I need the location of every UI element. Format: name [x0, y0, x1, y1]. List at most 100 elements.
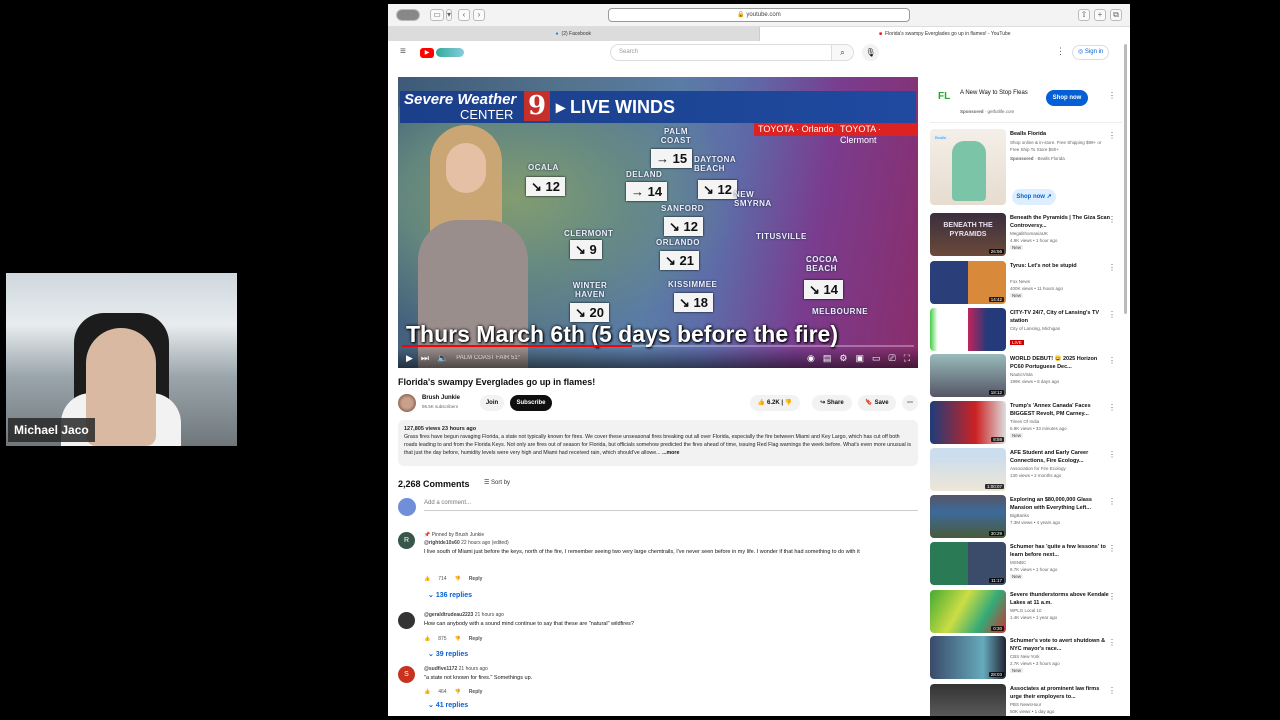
chevron-down-icon[interactable]: ▾: [446, 9, 452, 21]
video-thumbnail[interactable]: 30:29: [930, 495, 1006, 538]
view-replies-button[interactable]: ⌄ 39 replies: [428, 650, 468, 659]
miniplayer-icon[interactable]: ▣: [855, 353, 864, 364]
video-thumbnail[interactable]: 11:17: [930, 542, 1006, 585]
recommended-video[interactable]: Associates at prominent law firms urge t…: [930, 684, 1122, 716]
more-options-icon[interactable]: ⋮: [1108, 356, 1116, 365]
sidebar-toggle-icon[interactable]: ▭: [430, 9, 444, 21]
video-thumbnail[interactable]: 1:00:07: [930, 448, 1006, 491]
tab-overview-icon[interactable]: ⧉: [1110, 9, 1122, 21]
search-icon[interactable]: ⌕: [831, 45, 853, 60]
channel-name[interactable]: CBS New York: [1010, 654, 1040, 659]
more-options-icon[interactable]: ⋮: [1108, 686, 1116, 695]
channel-name[interactable]: BigBanks: [1010, 513, 1029, 518]
video-title[interactable]: Tyrus: Let's not be stupid: [1010, 262, 1110, 270]
recommended-video[interactable]: 8:59 Trump's 'Annex Canada' Faces BIGGEST…: [930, 401, 1122, 447]
reply-button[interactable]: Reply: [469, 689, 483, 695]
more-options-icon[interactable]: ⋮: [1108, 131, 1116, 140]
channel-name[interactable]: NauticVista: [1010, 372, 1033, 377]
scrollbar[interactable]: [1124, 44, 1127, 314]
video-thumbnail[interactable]: 28:03: [930, 636, 1006, 679]
captions-icon[interactable]: ▤: [823, 353, 832, 364]
new-tab-icon[interactable]: +: [1094, 9, 1106, 21]
channel-name[interactable]: Association for Fire Ecology: [1010, 466, 1066, 471]
play-icon[interactable]: ▶: [406, 353, 413, 364]
video-progress-bar[interactable]: [402, 345, 914, 347]
commenter-avatar[interactable]: R: [398, 532, 415, 549]
description-box[interactable]: 127,805 views 23 hours ago Grass fires h…: [398, 420, 918, 466]
recommended-video[interactable]: 28:03 Schumer's vote to avert shutdown & …: [930, 636, 1122, 682]
reply-button[interactable]: Reply: [469, 636, 483, 642]
channel-name[interactable]: PBS NewsHour: [1010, 702, 1041, 707]
dislike-icon[interactable]: 👎: [455, 689, 461, 695]
recommended-video[interactable]: 11:17 Schumer has 'quite a few lessons' t…: [930, 542, 1122, 588]
sponsored-ad[interactable]: Bealls Bealls Florida Shop online & in-s…: [930, 129, 1122, 209]
recommended-video[interactable]: 30:29 Exploring an $80,000,000 Glass Mans…: [930, 495, 1122, 541]
sort-by-button[interactable]: ☰ Sort by: [484, 479, 510, 486]
view-replies-button[interactable]: ⌄ 136 replies: [428, 591, 472, 600]
dislike-icon[interactable]: 👎: [455, 636, 461, 642]
autoplay-toggle[interactable]: ◉: [807, 353, 815, 364]
add-comment-input[interactable]: Add a comment...: [424, 500, 918, 511]
channel-name[interactable]: Fox News: [1010, 279, 1030, 284]
comment-author[interactable]: @geraldtrudeau2223: [424, 612, 473, 618]
more-actions-button[interactable]: ⋯: [902, 395, 918, 411]
more-options-icon[interactable]: ⋮: [1108, 497, 1116, 506]
video-thumbnail[interactable]: 0:30: [930, 590, 1006, 633]
video-title[interactable]: Severe thunderstorms above Kendale Lakes…: [1010, 591, 1110, 607]
channel-name[interactable]: WPLG Local 10: [1010, 608, 1042, 613]
like-icon[interactable]: 👍: [424, 636, 430, 642]
more-options-icon[interactable]: ⋮: [1108, 544, 1116, 553]
video-title[interactable]: Schumer has 'quite a few lessons' to lea…: [1010, 543, 1110, 559]
sponsored-ad[interactable]: FL A New Way to Stop Fleas Sponsored · g…: [930, 77, 1122, 123]
video-thumbnail[interactable]: BENEATH THE PYRAMIDS 26:56: [930, 213, 1006, 256]
fullscreen-icon[interactable]: ⛶: [904, 353, 910, 364]
like-icon[interactable]: 👍: [424, 576, 430, 582]
more-options-icon[interactable]: ⋮: [1108, 215, 1116, 224]
channel-name[interactable]: MSNBC: [1010, 560, 1026, 565]
video-title[interactable]: WORLD DEBUT! 😀 2025 Horizon PC60 Portugu…: [1010, 355, 1110, 371]
dislike-icon[interactable]: 👎: [455, 576, 461, 582]
video-title[interactable]: Associates at prominent law firms urge t…: [1010, 685, 1110, 701]
search-input[interactable]: Search ⌕: [610, 44, 854, 61]
recommended-video[interactable]: 0:30 Severe thunderstorms above Kendale L…: [930, 590, 1122, 636]
video-thumbnail[interactable]: [930, 308, 1006, 351]
reply-button[interactable]: Reply: [469, 576, 483, 582]
more-options-icon[interactable]: ⋮: [1108, 310, 1116, 319]
next-icon[interactable]: ⏭: [421, 353, 429, 364]
channel-name[interactable]: City of Lansing, Michigan: [1010, 326, 1060, 331]
video-title[interactable]: Trump's 'Annex Canada' Faces BIGGEST Rev…: [1010, 402, 1110, 418]
video-thumbnail[interactable]: [930, 684, 1006, 716]
video-player[interactable]: Severe Weather CENTER 9 ▸ LIVE WINDS TOY…: [398, 77, 918, 368]
shop-now-button[interactable]: Shop now ↗: [1012, 189, 1056, 205]
volume-icon[interactable]: 🔈: [437, 353, 448, 364]
more-options-icon[interactable]: ⋮: [1108, 263, 1116, 272]
subscribe-button[interactable]: Subscribe: [510, 395, 552, 411]
window-controls[interactable]: [396, 9, 420, 21]
recommended-video[interactable]: BENEATH THE PYRAMIDS 26:56 Beneath the Pyr…: [930, 213, 1122, 259]
more-options-icon[interactable]: ⋮: [1108, 403, 1116, 412]
theater-icon[interactable]: ▭: [872, 353, 881, 364]
back-button[interactable]: ‹: [458, 9, 470, 21]
more-options-icon[interactable]: ⋮: [1056, 46, 1065, 57]
commenter-avatar[interactable]: S: [398, 666, 415, 683]
youtube-logo[interactable]: ▶: [420, 48, 434, 58]
join-button[interactable]: Join: [480, 395, 504, 411]
commenter-avatar[interactable]: [398, 612, 415, 629]
channel-avatar[interactable]: [398, 394, 416, 412]
video-title[interactable]: Schumer's vote to avert shutdown & NYC m…: [1010, 637, 1110, 653]
tab-facebook[interactable]: ● (2) Facebook: [388, 27, 760, 41]
recommended-video[interactable]: 18:12 WORLD DEBUT! 😀 2025 Horizon PC60 Po…: [930, 354, 1122, 400]
comment-author[interactable]: @rightde10s60: [424, 540, 460, 546]
more-options-icon[interactable]: ⋮: [1108, 91, 1116, 100]
microphone-icon[interactable]: 🎙: [862, 44, 879, 61]
cast-icon[interactable]: ⎚: [888, 353, 895, 364]
menu-icon[interactable]: ≡: [400, 46, 406, 57]
recommended-video[interactable]: 1:00:07 AFE Student and Early Career Conn…: [930, 448, 1122, 494]
tab-youtube[interactable]: ■ Florida's swampy Everglades go up in fl…: [760, 27, 1131, 41]
forward-button[interactable]: ›: [473, 9, 485, 21]
channel-name[interactable]: Times Of India: [1010, 419, 1039, 424]
address-bar[interactable]: 🔒 youtube.com: [608, 8, 910, 22]
video-thumbnail[interactable]: 14:42: [930, 261, 1006, 304]
show-more-button[interactable]: ...more: [662, 450, 679, 456]
recommended-video[interactable]: 14:42 Tyrus: Let's not be stupid Fox News 4…: [930, 261, 1122, 307]
